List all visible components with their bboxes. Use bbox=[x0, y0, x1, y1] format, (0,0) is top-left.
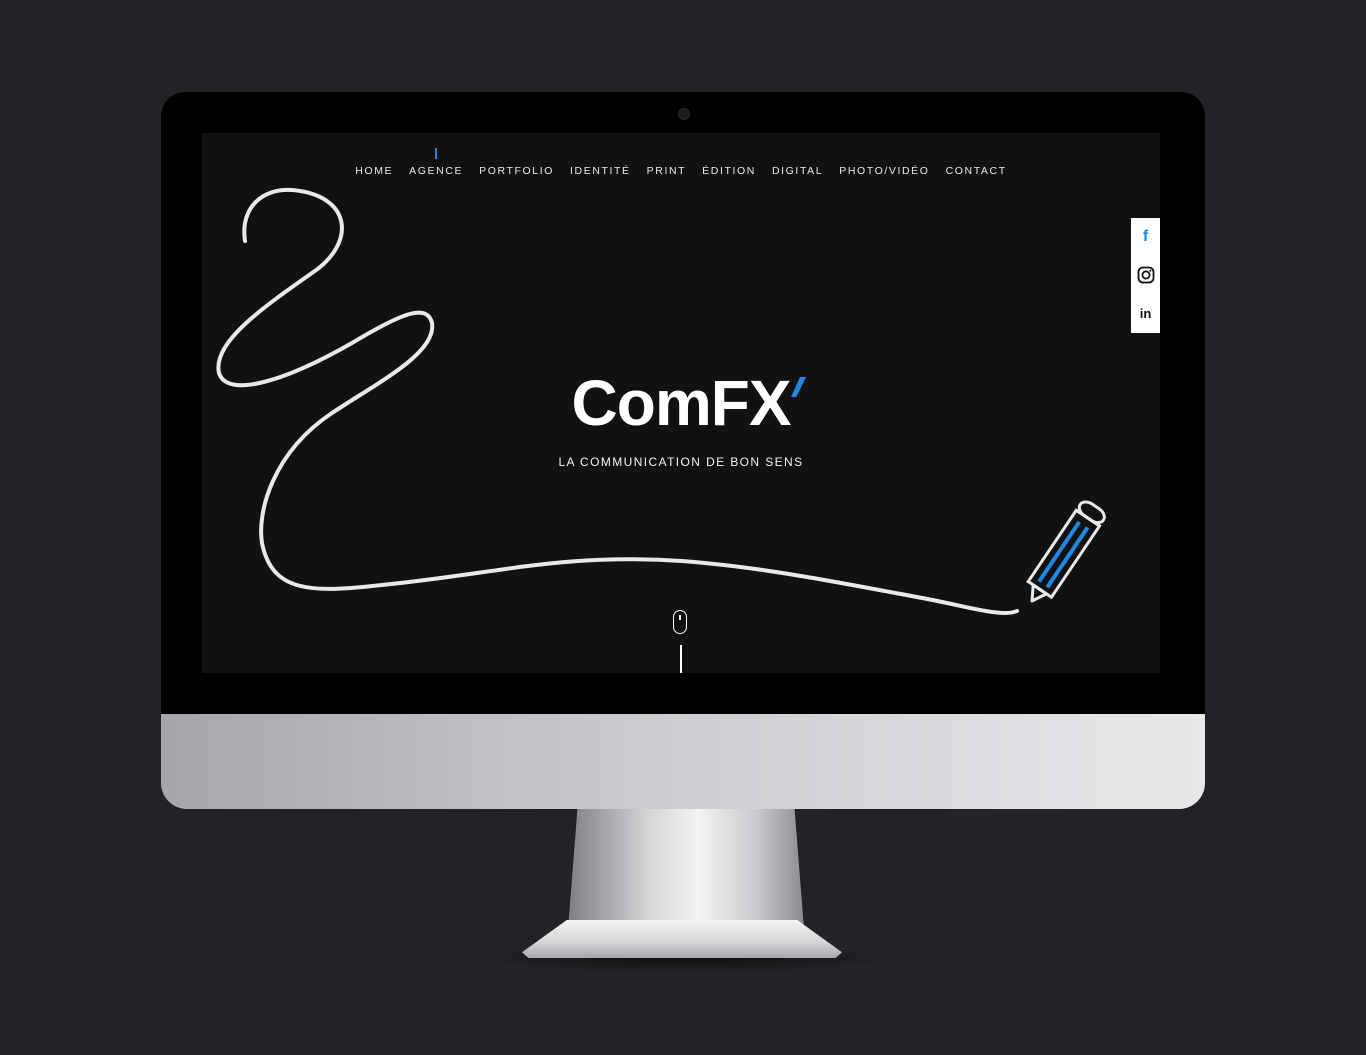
nav-portfolio[interactable]: PORTFOLIO bbox=[471, 165, 562, 177]
facebook-icon[interactable]: f bbox=[1137, 228, 1155, 246]
nav-agence[interactable]: AGENCE bbox=[401, 165, 471, 177]
nav-contact[interactable]: CONTACT bbox=[938, 165, 1015, 177]
monitor-chin bbox=[161, 714, 1205, 809]
nav-home[interactable]: HOME bbox=[347, 165, 401, 177]
logo-text: ComFX bbox=[571, 367, 792, 439]
nav-identite[interactable]: IDENTITÉ bbox=[562, 165, 639, 177]
monitor-stand-neck bbox=[568, 809, 804, 929]
camera-icon bbox=[678, 108, 690, 120]
nav-edition[interactable]: ÉDITION bbox=[694, 165, 764, 177]
social-bar: f in bbox=[1131, 218, 1160, 333]
scroll-mouse-icon[interactable] bbox=[673, 610, 687, 634]
monitor-stand-base bbox=[522, 920, 842, 958]
website-screen: HOME AGENCE PORTFOLIO IDENTITÉ PRINT ÉDI… bbox=[202, 133, 1160, 673]
instagram-icon[interactable] bbox=[1137, 266, 1155, 284]
logo-accent-mark bbox=[791, 377, 806, 397]
tagline: LA COMMUNICATION DE BON SENS bbox=[558, 455, 804, 469]
nav-digital[interactable]: DIGITAL bbox=[764, 165, 831, 177]
scroll-indicator-line bbox=[680, 645, 682, 673]
linkedin-icon[interactable]: in bbox=[1137, 305, 1155, 323]
comfx-logo[interactable]: ComFX bbox=[550, 371, 812, 435]
main-nav: HOME AGENCE PORTFOLIO IDENTITÉ PRINT ÉDI… bbox=[202, 165, 1160, 177]
nav-photo-video[interactable]: PHOTO/VIDÉO bbox=[831, 165, 937, 177]
nav-print[interactable]: PRINT bbox=[639, 165, 695, 177]
